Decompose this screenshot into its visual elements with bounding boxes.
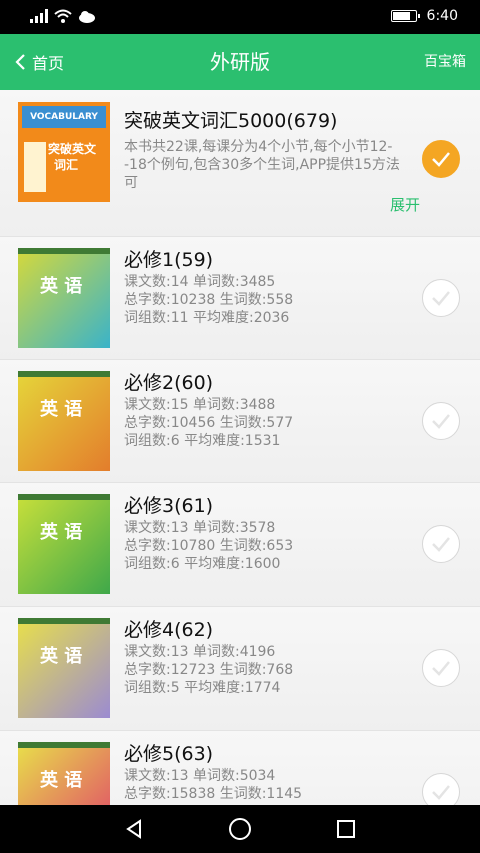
circle-home-icon xyxy=(229,818,251,840)
book-list: VOCABULARY 突破英文 词汇 突破英文词汇5000(679) 本书共22… xyxy=(0,90,480,805)
check-icon xyxy=(432,661,450,676)
check-icon xyxy=(432,537,450,552)
book-item[interactable]: 英 语 必修1(59) 课文数:14 单词数:3485 总字数:10238 生词… xyxy=(0,237,480,360)
book-cover: 英 语 xyxy=(18,742,110,805)
nav-back-button[interactable] xyxy=(104,805,164,853)
triangle-back-icon xyxy=(126,819,141,839)
stat-line: 词组数:11 平均难度:2036 xyxy=(124,310,290,326)
nav-home-button[interactable] xyxy=(210,805,270,853)
select-checkbox[interactable] xyxy=(422,279,460,317)
cover-stripe xyxy=(18,371,110,377)
clock: 6:40 xyxy=(426,8,458,24)
cover-stripe xyxy=(18,618,110,624)
book-title: 必修3(61) xyxy=(124,495,214,517)
cover-title: 英 语 xyxy=(40,399,83,420)
book-stats: 课文数:13 单词数:3578 总字数:10780 生词数:653 词组数:6 … xyxy=(124,519,293,573)
select-checkbox[interactable] xyxy=(422,402,460,440)
status-bar: 6:40 xyxy=(0,0,480,34)
book-cover: 英 语 xyxy=(18,494,110,594)
check-icon xyxy=(432,414,450,429)
battery-icon xyxy=(390,10,420,22)
stat-line: 词组数:6 平均难度:1531 xyxy=(124,433,281,449)
book-item[interactable]: 英 语 必修4(62) 课文数:13 单词数:4196 总字数:12723 生词… xyxy=(0,607,480,731)
select-checkbox[interactable] xyxy=(422,649,460,687)
book-item[interactable]: VOCABULARY 突破英文 词汇 突破英文词汇5000(679) 本书共22… xyxy=(0,90,480,237)
book-title: 必修1(59) xyxy=(124,249,214,271)
book-stats: 课文数:15 单词数:3488 总字数:10456 生词数:577 词组数:6 … xyxy=(124,396,293,450)
stat-line: 课文数:14 单词数:3485 xyxy=(124,274,276,290)
book-item[interactable]: 英 语 必修5(63) 课文数:13 单词数:5034 总字数:15838 生词… xyxy=(0,731,480,805)
cover-banner: VOCABULARY xyxy=(22,106,106,128)
stat-line: 课文数:13 单词数:5034 xyxy=(124,768,276,784)
cover-title: 英 语 xyxy=(40,770,83,791)
cover-stripe xyxy=(18,248,110,254)
expand-button[interactable]: 展开 xyxy=(390,194,420,215)
stat-line: 课文数:13 单词数:3578 xyxy=(124,520,276,536)
status-icons xyxy=(30,9,96,23)
toolbox-button[interactable]: 百宝箱 xyxy=(424,34,466,90)
book-title: 必修4(62) xyxy=(124,619,214,641)
signal-icon xyxy=(30,9,48,23)
book-stats: 课文数:14 单词数:3485 总字数:10238 生词数:558 词组数:11… xyxy=(124,273,293,327)
page-title: 外研版 xyxy=(210,50,270,74)
stat-line: 总字数:10780 生词数:653 xyxy=(124,538,294,554)
book-title: 突破英文词汇5000(679) xyxy=(124,110,338,132)
cover-stripe xyxy=(18,742,110,748)
book-title: 必修2(60) xyxy=(124,372,214,394)
book-description: 本书共22课,每课分为4个小节,每个小节12--18个例句,包含30多个生词,A… xyxy=(124,139,400,191)
cover-line-1: 突破英文 xyxy=(48,142,97,156)
select-checkbox[interactable] xyxy=(422,773,460,805)
book-cover: 英 语 xyxy=(18,248,110,348)
stat-line: 课文数:13 单词数:4196 xyxy=(124,644,276,660)
check-icon xyxy=(432,152,450,167)
square-recents-icon xyxy=(337,820,355,838)
cover-decoration xyxy=(24,142,46,192)
book-cover: 英 语 xyxy=(18,618,110,718)
cover-line-2: 词汇 xyxy=(54,158,79,172)
stat-line: 词组数:6 平均难度:1600 xyxy=(124,556,281,572)
select-checkbox[interactable] xyxy=(422,140,460,178)
stat-line: 课文数:15 单词数:3488 xyxy=(124,397,276,413)
book-stats: 课文数:13 单词数:5034 总字数:15838 生词数:1145 xyxy=(124,767,302,803)
book-cover: 英 语 xyxy=(18,371,110,471)
cover-title: 英 语 xyxy=(40,276,83,297)
book-item[interactable]: 英 语 必修3(61) 课文数:13 单词数:3578 总字数:10780 生词… xyxy=(0,483,480,607)
stat-line: 总字数:10456 生词数:577 xyxy=(124,415,294,431)
stat-line: 总字数:10238 生词数:558 xyxy=(124,292,294,308)
cover-title: 英 语 xyxy=(40,522,83,543)
book-stats: 课文数:13 单词数:4196 总字数:12723 生词数:768 词组数:5 … xyxy=(124,643,293,697)
book-cover: VOCABULARY 突破英文 词汇 xyxy=(18,102,110,202)
select-checkbox[interactable] xyxy=(422,525,460,563)
stat-line: 词组数:5 平均难度:1774 xyxy=(124,680,281,696)
cover-title: 英 语 xyxy=(40,646,83,667)
wifi-icon xyxy=(54,9,72,23)
check-icon xyxy=(432,291,450,306)
stat-line: 总字数:15838 生词数:1145 xyxy=(124,786,303,802)
check-icon xyxy=(432,785,450,800)
cloud-icon xyxy=(79,11,95,23)
app-bar: 首页 外研版 百宝箱 xyxy=(0,34,480,90)
book-item[interactable]: 英 语 必修2(60) 课文数:15 单词数:3488 总字数:10456 生词… xyxy=(0,360,480,483)
cover-stripe xyxy=(18,494,110,500)
system-nav-bar xyxy=(0,805,480,853)
book-title: 必修5(63) xyxy=(124,743,214,765)
stat-line: 总字数:12723 生词数:768 xyxy=(124,662,294,678)
nav-recents-button[interactable] xyxy=(316,805,376,853)
